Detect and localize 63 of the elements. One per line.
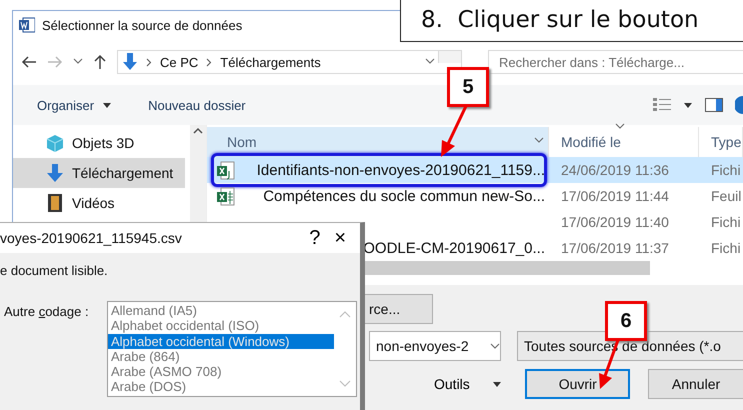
search-field[interactable]: Rechercher dans : Télécharge... (488, 50, 743, 74)
back-icon[interactable] (21, 55, 37, 69)
path-segment[interactable]: Ce PC (160, 54, 198, 70)
dialog-title: voyes-20190621_115945.csv (0, 230, 182, 246)
step-number: 6 (605, 301, 647, 341)
table-cell-text: 17/06/2019 11:44 (560, 187, 670, 206)
list-item[interactable]: Alphabet occidental (ISO) (108, 318, 334, 334)
address-bar[interactable]: Ce PC Téléchargements (117, 50, 462, 74)
list-item[interactable]: Arabe (864) (108, 348, 334, 364)
window-title: Sélectionner la source de données (42, 18, 242, 32)
sidebar-item[interactable]: Vidéos (13, 188, 185, 218)
download-icon (46, 164, 64, 182)
step-number: 5 (447, 67, 489, 107)
help-button[interactable]: ? (309, 226, 320, 250)
table-cell-text: Fichi (710, 239, 742, 258)
list-item[interactable]: Arabe (DOS) (108, 379, 334, 395)
cube-icon (46, 134, 64, 152)
toolbar-button[interactable]: Organiser (29, 94, 120, 116)
list-item[interactable]: Arabe (ASMO 708) (108, 364, 334, 380)
file-name: Identifiants-non-envoyes-20190621_1159... (256, 162, 545, 178)
chevron-icon (490, 343, 500, 349)
sidebar-item[interactable]: Téléchargement (13, 158, 185, 188)
caret-icon[interactable] (683, 101, 693, 109)
table-cell-text: Fichi (710, 161, 742, 180)
csv-file-icon (217, 160, 235, 180)
recent-icon[interactable] (73, 58, 83, 66)
file-name-field[interactable]: non-envoyes-2 (369, 331, 501, 361)
sort-icon (615, 123, 625, 129)
table-cell-text: 24/06/2019 11:36 (560, 161, 670, 180)
caret-icon (492, 380, 502, 388)
encoding-label: Autre codage : (3, 303, 90, 321)
list-item[interactable]: Allemand (IA5) (108, 303, 334, 318)
chevron-icon (206, 58, 212, 66)
open-button[interactable]: Ouvrir (525, 369, 630, 399)
toolbar-button[interactable]: Nouveau dossier (140, 94, 254, 116)
encoding-list[interactable]: Allemand (IA5) Alphabet occidental (ISO) Alphabet occidental (Windows) Arabe (864) Arabe (ASMO 708) Arabe (DOS) (107, 301, 357, 397)
table-cell-text: Feuil (710, 187, 742, 206)
list-item[interactable]: Alphabet occidental (Windows) (108, 334, 334, 349)
spreadsheet-icon (217, 186, 235, 206)
download-icon (122, 53, 138, 71)
sidebar-item[interactable]: Objets 3D (13, 128, 185, 158)
table-cell-text: Fichi (710, 213, 742, 232)
caret-icon (102, 101, 112, 109)
table-cell-text: 17/06/2019 11:40 (560, 213, 670, 232)
help-icon[interactable] (735, 96, 743, 114)
message-text: e document lisible. (0, 263, 109, 278)
word-icon (19, 17, 35, 33)
close-button[interactable]: × (334, 226, 346, 250)
tools-button[interactable]: Outils (428, 375, 514, 393)
film-icon (46, 194, 64, 212)
view-icon[interactable] (653, 98, 671, 112)
file-name: OODLE-CM-20190617_0... (363, 240, 545, 256)
path-segment[interactable]: Téléchargements (220, 54, 321, 70)
instruction-text: 8. Cliquer sur le bouton (400, 0, 743, 42)
file-name: Compétences du socle commun new-So... (263, 188, 545, 204)
table-cell-text: 17/06/2019 11:37 (560, 239, 670, 258)
file-row[interactable]: Compétences du socle commun new-So... 17/06/2019 11:44 Feuil (207, 183, 743, 209)
chevron-icon (146, 58, 152, 66)
up-icon[interactable] (93, 54, 107, 70)
dropdown-icon[interactable] (425, 58, 435, 66)
chevron-icon (534, 137, 544, 143)
cancel-button[interactable]: Annuler (648, 369, 743, 399)
pane-icon[interactable] (705, 98, 723, 112)
